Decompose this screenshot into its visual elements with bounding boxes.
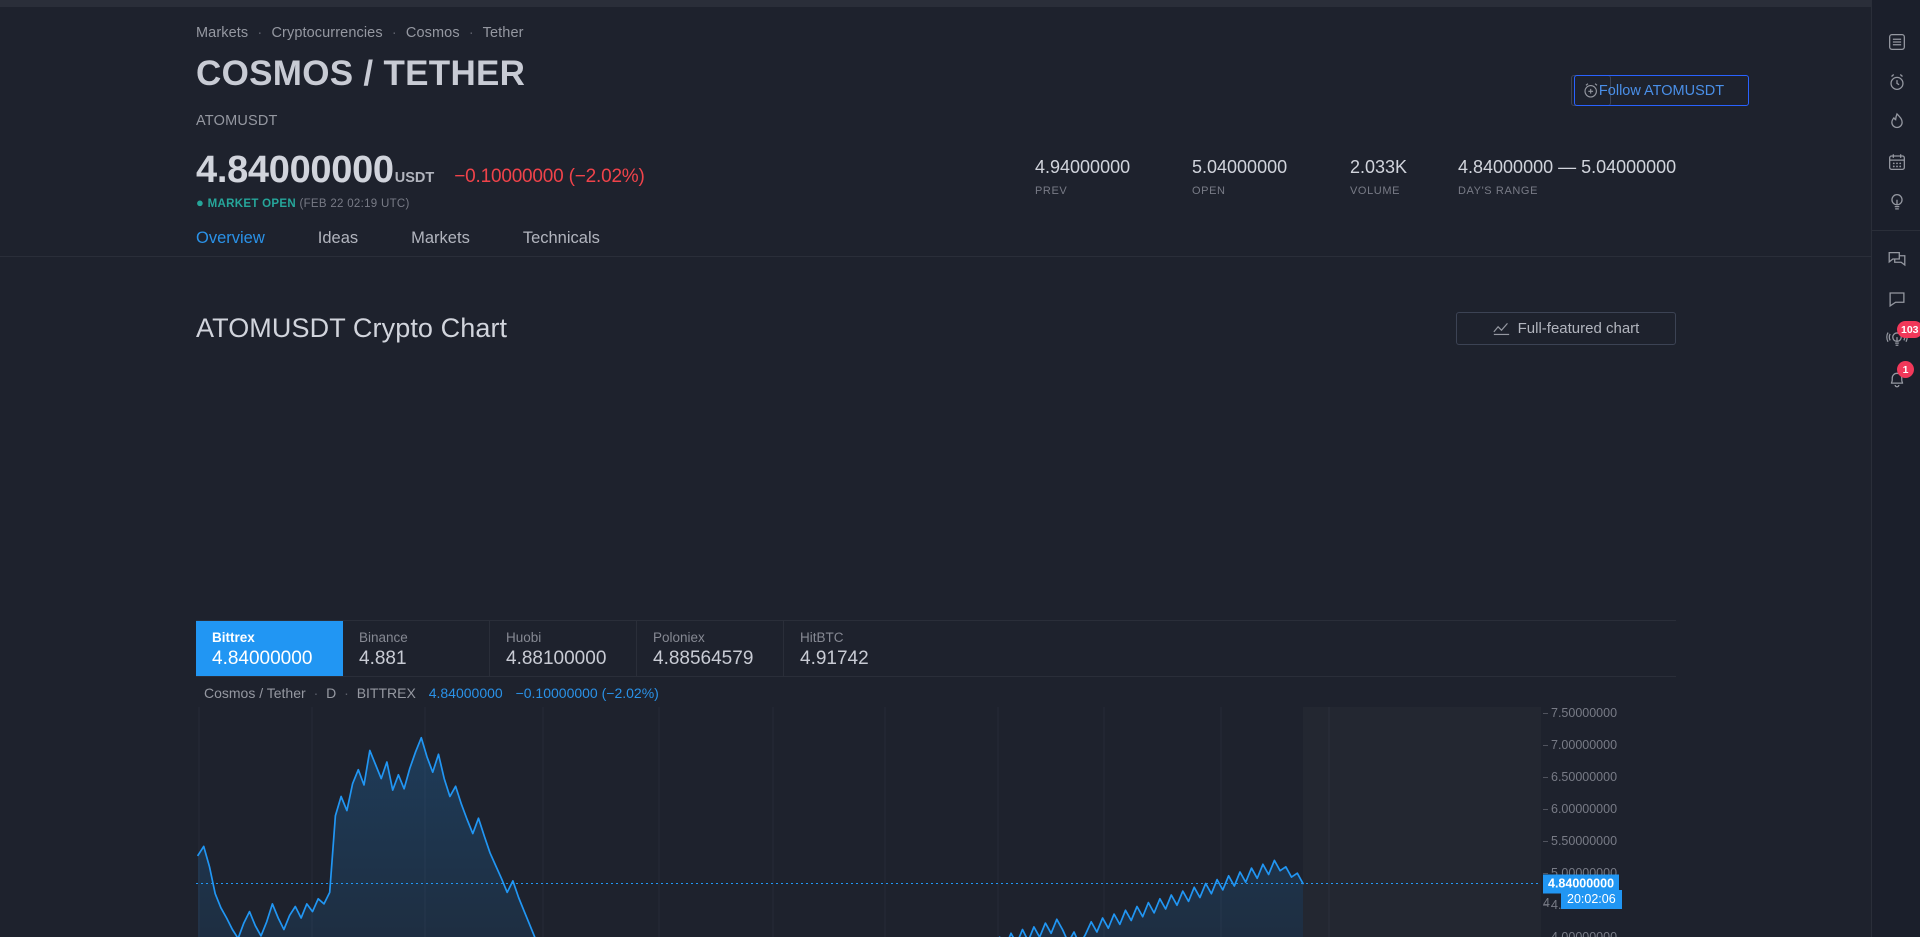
- hotlist-icon: [1890, 112, 1903, 129]
- price-chart[interactable]: Cosmos / Tether · D · BITTREX 4.84000000…: [196, 677, 1676, 937]
- broadcast-badge: 103: [1897, 321, 1920, 338]
- y-axis-tick-occluded: 4.: [1543, 896, 1554, 911]
- sidebar-item-ideas[interactable]: [1872, 182, 1920, 222]
- alerts-icon: [1889, 74, 1904, 90]
- breadcrumb-item-markets[interactable]: Markets: [196, 25, 248, 41]
- sidebar-divider: [1872, 230, 1920, 231]
- stat-open: 5.04000000 OPEN: [1192, 157, 1287, 197]
- symbol-header: Markets · Cryptocurrencies · Cosmos · Te…: [0, 7, 1871, 261]
- exchange-name: HitBTC: [800, 630, 844, 645]
- bar-countdown-tag: 20:02:06: [1561, 889, 1622, 909]
- exchange-price: 4.88100000: [506, 648, 607, 669]
- page-title: COSMOS / TETHER: [196, 54, 526, 93]
- sidebar-item-calendar[interactable]: [1872, 142, 1920, 182]
- breadcrumb-separator: ·: [468, 25, 474, 41]
- exchange-price: 4.88564579: [653, 648, 754, 669]
- exchange-price: 4.91742: [800, 648, 869, 669]
- notifications-badge: 1: [1897, 361, 1914, 378]
- chart-icon: [1493, 323, 1509, 336]
- stat-value: 4.84000000 — 5.04000000: [1458, 157, 1677, 177]
- comments-icon: [1888, 292, 1905, 308]
- top-strip: [0, 0, 1871, 7]
- stat-value: 4.94000000: [1035, 157, 1131, 177]
- page-body: Markets · Cryptocurrencies · Cosmos · Te…: [0, 7, 1871, 937]
- stat-value: 2.033K: [1350, 157, 1408, 177]
- chart-legend: Cosmos / Tether · D · BITTREX 4.84000000…: [204, 685, 659, 701]
- y-axis-tick: 7.50000000: [1542, 706, 1618, 721]
- y-axis-tick: 6.00000000: [1542, 802, 1618, 817]
- y-axis-tick: 6.50000000: [1542, 770, 1618, 785]
- stats-row: 4.94000000 PREV 5.04000000 OPEN 2.033K V…: [0, 157, 1871, 217]
- sidebar-item-hotlist[interactable]: [1872, 102, 1920, 142]
- breadcrumb-item-tether[interactable]: Tether: [483, 25, 524, 41]
- legend-separator: ·: [344, 685, 349, 701]
- right-sidebar: 103 1: [1871, 0, 1920, 937]
- legend-last-price: 4.84000000: [428, 685, 503, 701]
- breadcrumb: Markets · Cryptocurrencies · Cosmos · Te…: [196, 25, 524, 41]
- y-axis-tick: 7.00000000: [1542, 738, 1618, 753]
- stat-label: VOLUME: [1350, 185, 1401, 197]
- legend-interval: D: [326, 685, 337, 701]
- sidebar-item-comments[interactable]: [1872, 279, 1920, 319]
- exchange-price: 4.84000000: [212, 648, 313, 669]
- sidebar-item-notifications[interactable]: 1: [1872, 359, 1920, 399]
- sidebar-item-watchlist[interactable]: [1872, 22, 1920, 62]
- exchange-tabs: Bittrex 4.84000000 Binance 4.881 Huobi 4…: [196, 620, 1676, 677]
- exchange-name: Binance: [359, 630, 408, 645]
- stat-label: OPEN: [1192, 185, 1226, 197]
- exchange-name: Huobi: [506, 630, 542, 645]
- breadcrumb-separator: ·: [391, 25, 397, 41]
- sidebar-item-broadcast[interactable]: 103: [1872, 319, 1920, 359]
- stat-prev: 4.94000000 PREV: [1035, 157, 1130, 197]
- watchlist-icon: [1888, 34, 1905, 50]
- sidebar-item-alerts[interactable]: [1872, 62, 1920, 102]
- chat-icon: [1888, 251, 1905, 267]
- follow-button[interactable]: Follow ATOMUSDT: [1574, 75, 1749, 106]
- chart-svg: [196, 707, 1541, 937]
- legend-exchange: BITTREX: [356, 685, 416, 701]
- breadcrumb-item-cryptocurrencies[interactable]: Cryptocurrencies: [271, 25, 382, 41]
- chart-plot-area[interactable]: [196, 707, 1541, 937]
- calendar-icon: [1888, 154, 1905, 170]
- breadcrumb-separator: ·: [257, 25, 263, 41]
- exchange-tab-poloniex[interactable]: Poloniex 4.88564579: [637, 621, 784, 676]
- chart-future-shading: [1303, 707, 1541, 937]
- full-featured-chart-button[interactable]: Full-featured chart: [1456, 312, 1676, 345]
- y-axis-tick: 5.50000000: [1542, 834, 1618, 849]
- stat-days-range: 4.84000000 — 5.04000000 DAY'S RANGE: [1458, 157, 1676, 197]
- stat-label: PREV: [1035, 185, 1068, 197]
- exchange-name: Bittrex: [212, 630, 255, 645]
- exchange-name: Poloniex: [653, 630, 705, 645]
- chart-section: ATOMUSDT Crypto Chart Full-featured char…: [0, 257, 1871, 937]
- breadcrumb-item-cosmos[interactable]: Cosmos: [406, 25, 460, 41]
- y-axis-tick: 4.00000000: [1551, 930, 1617, 937]
- stat-label: DAY'S RANGE: [1458, 185, 1539, 197]
- stat-value: 5.04000000: [1192, 157, 1288, 177]
- chart-y-axis[interactable]: 7.50000000 7.00000000 6.50000000 6.00000000…: [1541, 706, 1676, 937]
- full-featured-chart-label: Full-featured chart: [1517, 320, 1640, 337]
- symbol-ticker: ATOMUSDT: [196, 113, 278, 129]
- exchange-tab-binance[interactable]: Binance 4.881: [343, 621, 490, 676]
- exchange-tab-huobi[interactable]: Huobi 4.88100000: [490, 621, 637, 676]
- exchange-price: 4.881: [359, 648, 407, 669]
- legend-symbol: Cosmos / Tether: [204, 685, 306, 701]
- legend-separator: ·: [313, 685, 319, 701]
- exchange-tab-hitbtc[interactable]: HitBTC 4.91742: [784, 621, 1676, 676]
- legend-change: −0.10000000 (−2.02%): [515, 685, 659, 701]
- ideas-icon: [1890, 194, 1903, 210]
- sidebar-item-chat[interactable]: [1872, 239, 1920, 279]
- chart-heading: ATOMUSDT Crypto Chart: [196, 313, 508, 343]
- exchange-tab-bittrex[interactable]: Bittrex 4.84000000: [196, 621, 343, 676]
- stat-volume: 2.033K VOLUME: [1350, 157, 1407, 197]
